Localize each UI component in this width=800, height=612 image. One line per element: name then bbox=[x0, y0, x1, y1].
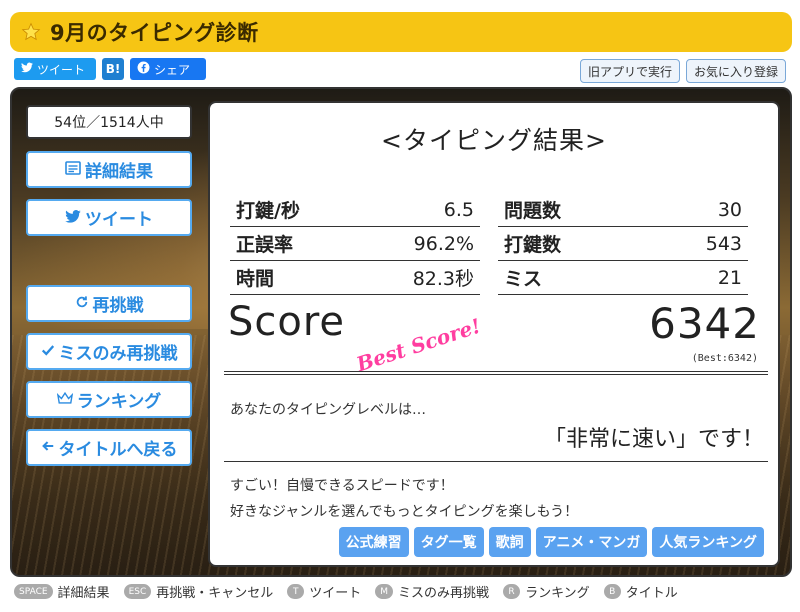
hatena-label: B! bbox=[105, 62, 121, 76]
shortcut-label: 詳細結果 bbox=[57, 586, 110, 601]
stat-row: 打鍵数 543 bbox=[498, 227, 748, 261]
shortcut-key: B bbox=[603, 584, 621, 599]
tweet-button[interactable]: ツイート bbox=[26, 199, 192, 236]
shortcut-key: ESC bbox=[123, 584, 152, 599]
detail-result-button[interactable]: 詳細結果 bbox=[26, 151, 192, 188]
result-panel: <タイピング結果> 打鍵/秒 6.5 正誤率 96.2% 時間 82.3秒 問題… bbox=[208, 101, 780, 567]
genre-tags: 公式練習 タグ一覧 歌詞 アニメ・マンガ 人気ランキング bbox=[338, 527, 764, 557]
shortcut-bar: SPACE 詳細結果 ESC 再挑戦・キャンセル T ツイート M ミスのみ再挑… bbox=[14, 582, 678, 601]
check-icon bbox=[41, 342, 55, 362]
twitter-bird-icon bbox=[65, 208, 81, 228]
divider bbox=[224, 461, 768, 462]
divider bbox=[224, 371, 768, 375]
twitter-share-label: ツイート bbox=[37, 62, 86, 77]
shortcut-item: B タイトル bbox=[603, 582, 678, 601]
detail-result-label: 詳細結果 bbox=[85, 162, 153, 182]
stat-row: 問題数 30 bbox=[498, 193, 748, 227]
tag-tag-list[interactable]: タグ一覧 bbox=[413, 527, 484, 557]
shortcut-label: 再挑戦・キャンセル bbox=[156, 586, 274, 601]
title-bar: 9月のタイピング診断 bbox=[10, 12, 792, 52]
stat-value: 543 bbox=[705, 232, 742, 255]
ranking-label: ランキング bbox=[76, 392, 162, 412]
arrow-left-icon bbox=[41, 438, 55, 458]
old-app-button[interactable]: 旧アプリで実行 bbox=[579, 59, 680, 83]
score-value: 6342 bbox=[649, 299, 760, 348]
retry-miss-button[interactable]: ミスのみ再挑戦 bbox=[26, 333, 192, 370]
shortcut-label: ランキング bbox=[525, 586, 590, 601]
best-score-small: (Best:6342) bbox=[691, 353, 758, 364]
shortcut-key: SPACE bbox=[14, 584, 53, 599]
stats-right: 問題数 30 打鍵数 543 ミス 21 bbox=[498, 193, 748, 295]
stat-value: 30 bbox=[717, 198, 742, 221]
rank-box: 54位／1514人中 bbox=[26, 105, 192, 139]
shortcut-item: R ランキング bbox=[503, 582, 590, 601]
result-stage: 54位／1514人中 詳細結果 ツイート 再挑戦 ミスのみ再挑戦 ランキング タ… bbox=[10, 87, 792, 577]
crown-icon bbox=[56, 390, 73, 410]
message-line-2: 好きなジャンルを選んでもっとタイピングを楽しもう！ bbox=[230, 504, 579, 520]
detail-list-icon bbox=[65, 160, 81, 180]
stat-key: ミス bbox=[504, 268, 543, 290]
stat-key: 正誤率 bbox=[236, 234, 294, 256]
shortcut-key: M bbox=[375, 584, 394, 599]
share-row: ツイート B! シェア bbox=[14, 58, 206, 80]
stat-value: 21 bbox=[717, 266, 742, 289]
shortcut-item: T ツイート bbox=[287, 582, 361, 601]
level-question: あなたのタイピングレベルは… bbox=[230, 402, 426, 418]
level-answer: 「非常に速い」です！ bbox=[543, 427, 764, 452]
facebook-icon bbox=[137, 61, 150, 77]
twitter-share-button[interactable]: ツイート bbox=[14, 58, 96, 80]
best-score-badge: Best Score! bbox=[353, 313, 484, 377]
stat-row: 正誤率 96.2% bbox=[230, 227, 480, 261]
stat-row: ミス 21 bbox=[498, 261, 748, 295]
twitter-bird-icon bbox=[21, 62, 33, 76]
stat-row: 時間 82.3秒 bbox=[230, 261, 480, 295]
facebook-share-button[interactable]: シェア bbox=[130, 58, 206, 80]
tag-popular-ranking[interactable]: 人気ランキング bbox=[652, 527, 764, 557]
shortcut-item: ESC 再挑戦・キャンセル bbox=[123, 582, 274, 601]
shortcut-item: M ミスのみ再挑戦 bbox=[375, 582, 489, 601]
hatena-bookmark-button[interactable]: B! bbox=[102, 58, 124, 80]
stat-key: 打鍵数 bbox=[504, 234, 562, 256]
stat-key: 打鍵/秒 bbox=[236, 200, 300, 222]
retry-button[interactable]: 再挑戦 bbox=[26, 285, 192, 322]
message-line-1: すごい！自慢できるスピードです！ bbox=[230, 478, 454, 494]
shortcut-label: ツイート bbox=[309, 586, 362, 601]
retry-label: 再挑戦 bbox=[92, 296, 144, 316]
tweet-label: ツイート bbox=[85, 210, 153, 230]
shortcut-item: SPACE 詳細結果 bbox=[14, 582, 110, 601]
back-to-title-label: タイトルへ戻る bbox=[58, 440, 178, 460]
shortcut-label: タイトル bbox=[625, 586, 678, 601]
back-to-title-button[interactable]: タイトルへ戻る bbox=[26, 429, 192, 466]
star-icon bbox=[20, 21, 42, 43]
stat-value: 82.3秒 bbox=[412, 268, 474, 290]
tag-lyrics[interactable]: 歌詞 bbox=[488, 527, 531, 557]
stat-row: 打鍵/秒 6.5 bbox=[230, 193, 480, 227]
stat-value: 6.5 bbox=[443, 198, 474, 221]
shortcut-key: R bbox=[503, 584, 521, 599]
tag-anime-manga[interactable]: アニメ・マンガ bbox=[535, 527, 648, 557]
result-heading: <タイピング結果> bbox=[381, 126, 607, 155]
stats-left: 打鍵/秒 6.5 正誤率 96.2% 時間 82.3秒 bbox=[230, 193, 480, 295]
ranking-button[interactable]: ランキング bbox=[26, 381, 192, 418]
score-label: Score bbox=[228, 299, 346, 345]
top-right-buttons: 旧アプリで実行 お気に入り登録 bbox=[579, 59, 786, 83]
stat-key: 問題数 bbox=[504, 200, 562, 222]
favorite-button[interactable]: お気に入り登録 bbox=[685, 59, 786, 83]
retry-icon bbox=[75, 294, 89, 314]
page-title: 9月のタイピング診断 bbox=[50, 21, 259, 45]
retry-miss-label: ミスのみ再挑戦 bbox=[58, 344, 178, 364]
stat-key: 時間 bbox=[236, 268, 275, 290]
facebook-share-label: シェア bbox=[154, 62, 191, 77]
stat-value: 96.2% bbox=[413, 232, 474, 255]
tag-official-practice[interactable]: 公式練習 bbox=[338, 527, 409, 557]
shortcut-label: ミスのみ再挑戦 bbox=[398, 586, 490, 601]
shortcut-key: T bbox=[287, 584, 305, 599]
